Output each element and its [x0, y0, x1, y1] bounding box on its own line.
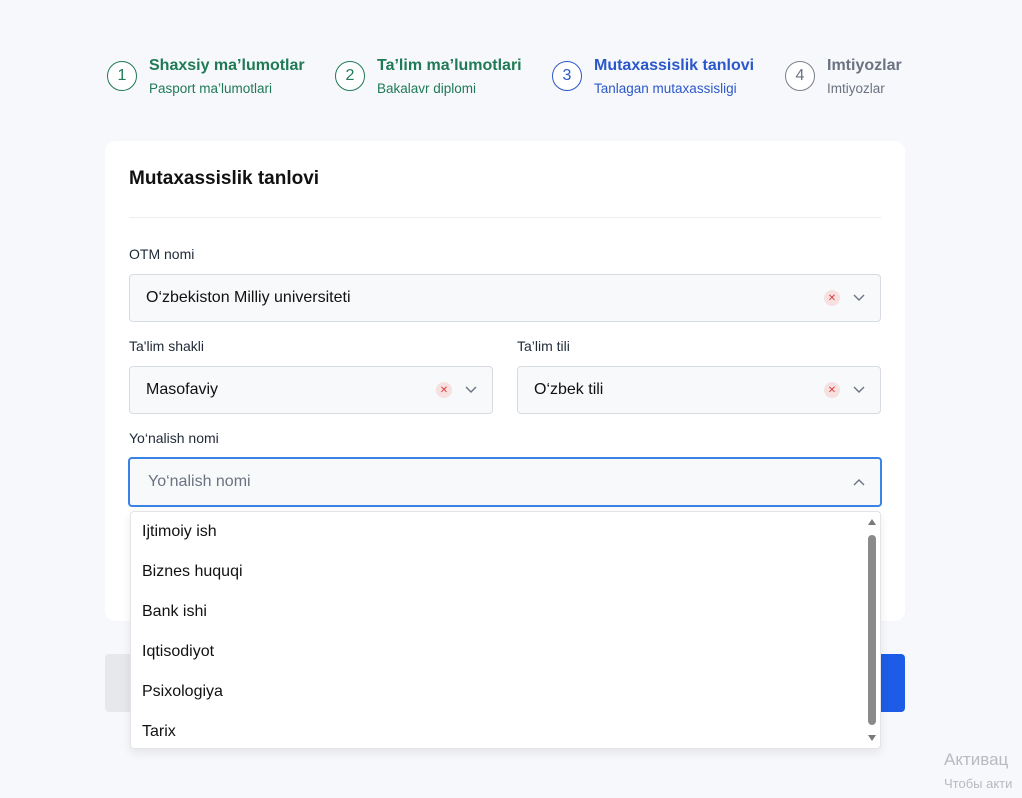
clear-icon[interactable]: ✕	[824, 290, 840, 306]
step-4-title: Imtiyozlar	[827, 57, 902, 74]
dropdown-option[interactable]: Iqtisodiyot	[142, 632, 862, 672]
talim-shakli-select[interactable]: Masofaviy ✕	[129, 366, 493, 414]
otm-value: O‘zbekiston Milliy universiteti	[146, 289, 351, 306]
step-3-subtitle: Tanlagan mutaxassisligi	[594, 81, 737, 96]
activation-watermark-title: Активац	[944, 750, 1009, 769]
talim-tili-value: O‘zbek tili	[534, 381, 604, 398]
dropdown-option[interactable]: Psixologiya	[142, 672, 862, 712]
yonalish-input[interactable]	[146, 472, 852, 492]
chevron-up-icon[interactable]	[852, 475, 866, 489]
clear-icon[interactable]: ✕	[436, 382, 452, 398]
dropdown-scrollbar[interactable]	[866, 514, 878, 746]
scroll-thumb[interactable]	[868, 535, 876, 725]
scroll-down-arrow-icon[interactable]	[868, 735, 876, 741]
chevron-down-icon[interactable]	[464, 383, 478, 397]
card-title: Mutaxassislik tanlovi	[129, 168, 320, 189]
dropdown-option[interactable]: Tarix	[142, 712, 862, 748]
step-3[interactable]: 3 Mutaxassislik tanlovi Tanlagan mutaxas…	[552, 56, 754, 98]
step-4-number: 4	[785, 61, 815, 91]
step-2-number: 2	[335, 61, 365, 91]
step-1[interactable]: 1 Shaxsiy ma’lumotlar Pasport ma’lumotla…	[107, 56, 305, 98]
scroll-up-arrow-icon[interactable]	[868, 519, 876, 525]
step-3-number: 3	[552, 61, 582, 91]
yonalish-label: Yo‘nalish nomi	[129, 430, 219, 446]
step-4-subtitle: Imtiyozlar	[827, 81, 885, 96]
talim-tili-label: Ta’lim tili	[517, 338, 570, 354]
yonalish-dropdown: Ijtimoiy ish Biznes huquqi Bank ishi Iqt…	[130, 511, 881, 749]
stepper: 1 Shaxsiy ma’lumotlar Pasport ma’lumotla…	[107, 56, 907, 100]
step-2-subtitle: Bakalavr diplomi	[377, 81, 477, 96]
yonalish-select[interactable]	[128, 457, 882, 507]
card-divider	[129, 217, 881, 218]
step-1-number: 1	[107, 61, 137, 91]
otm-label: OTM nomi	[129, 246, 195, 262]
talim-shakli-label: Ta'lim shakli	[129, 338, 205, 354]
clear-icon[interactable]: ✕	[824, 382, 840, 398]
chevron-down-icon[interactable]	[852, 291, 866, 305]
step-3-title: Mutaxassislik tanlovi	[594, 57, 755, 74]
activation-watermark-text: Чтобы акти	[944, 776, 1013, 791]
dropdown-option[interactable]: Ijtimoiy ish	[142, 512, 862, 552]
step-2[interactable]: 2 Ta’lim ma’lumotlari Bakalavr diplomi	[335, 56, 522, 98]
step-1-title: Shaxsiy ma’lumotlar	[149, 57, 305, 74]
step-4[interactable]: 4 Imtiyozlar Imtiyozlar	[785, 56, 902, 98]
dropdown-option[interactable]: Biznes huquqi	[142, 552, 862, 592]
step-1-subtitle: Pasport ma’lumotlari	[149, 81, 273, 96]
dropdown-option[interactable]: Bank ishi	[142, 592, 862, 632]
step-2-title: Ta’lim ma’lumotlari	[377, 57, 522, 74]
talim-shakli-value: Masofaviy	[146, 381, 219, 398]
talim-tili-select[interactable]: O‘zbek tili ✕	[517, 366, 881, 414]
otm-select[interactable]: O‘zbekiston Milliy universiteti ✕	[129, 274, 881, 322]
chevron-down-icon[interactable]	[852, 383, 866, 397]
